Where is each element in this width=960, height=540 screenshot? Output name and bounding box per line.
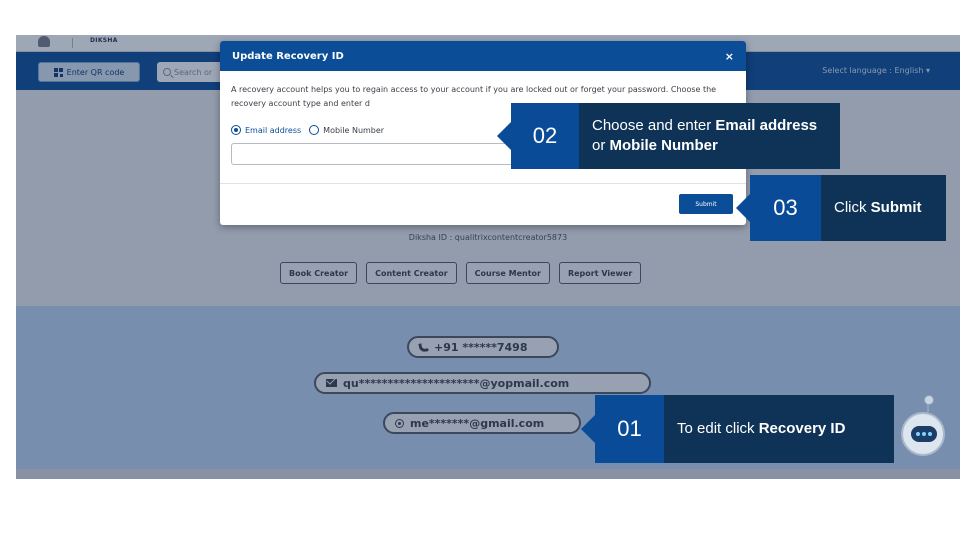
dialog-divider [220, 183, 746, 184]
step-2-bold-email: Email address [715, 117, 818, 134]
dialog-title: Update Recovery ID [232, 50, 344, 62]
step-1-text: To edit click Recovery ID [664, 395, 894, 463]
step-2-text: Choose and enter Email address or Mobile… [579, 103, 840, 169]
callout-step-2: 02 Choose and enter Email address or Mob… [497, 103, 840, 169]
step-1-bold-recovery: Recovery ID [758, 420, 846, 437]
chatbot-robot-icon[interactable] [897, 395, 947, 462]
robot-face [911, 426, 937, 442]
step-3-text-prefix: Click [834, 199, 871, 216]
callout-step-1: 01 To edit click Recovery ID [581, 395, 894, 463]
submit-button[interactable]: Submit [679, 194, 733, 214]
robot-antenna [924, 395, 934, 412]
step-1-number: 01 [581, 395, 664, 463]
close-icon[interactable]: × [725, 50, 734, 63]
step-2-text-mid: or [592, 137, 610, 154]
step-1-text-prefix: To edit click [677, 420, 759, 437]
step-3-bold-submit: Submit [870, 199, 922, 216]
email-radio-label[interactable]: Email address [245, 126, 301, 135]
step-2-text-prefix: Choose and enter [592, 117, 716, 134]
robot-head [901, 412, 945, 456]
step-2-number: 02 [497, 103, 579, 169]
step-3-number: 03 [736, 175, 821, 241]
email-radio[interactable] [231, 125, 241, 135]
slide: DIKSHA Enter QR code Search or Select la… [0, 0, 960, 540]
dialog-header: Update Recovery ID × [220, 41, 746, 71]
step-3-text: Click Submit [821, 175, 946, 241]
mobile-radio[interactable] [309, 125, 320, 135]
mobile-radio-label[interactable]: Mobile Number [323, 126, 384, 135]
recovery-id-input[interactable] [231, 143, 515, 165]
step-2-bold-mobile: Mobile Number [609, 137, 718, 154]
callout-step-3: 03 Click Submit [736, 175, 946, 241]
recovery-type-options: Email address Mobile Number [231, 125, 384, 135]
